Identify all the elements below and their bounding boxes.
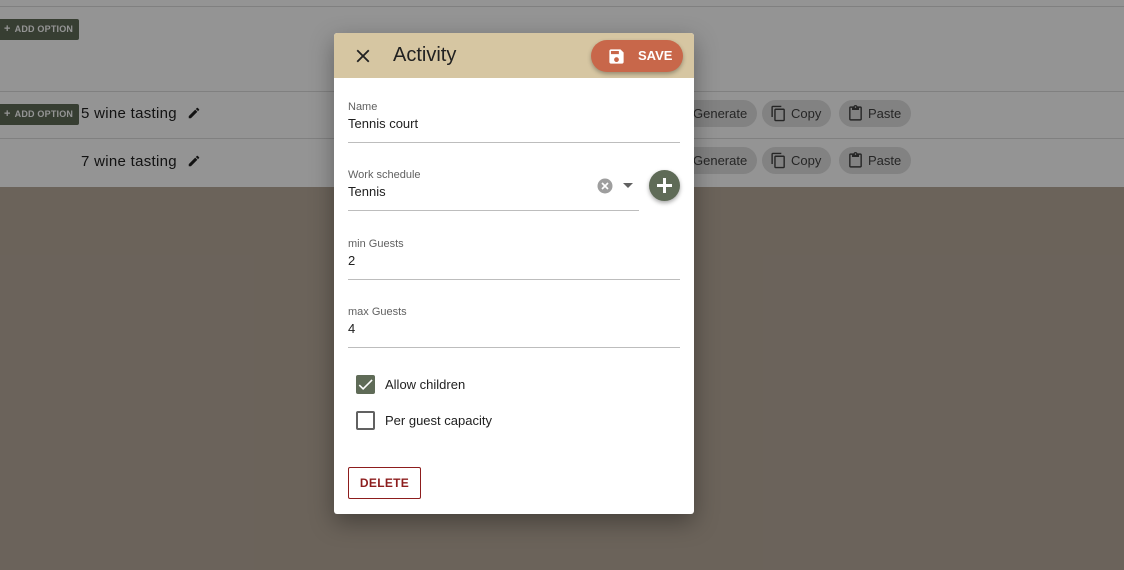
max-guests-field[interactable]: max Guests 4 [348, 306, 680, 348]
dialog-header: Activity SAVE [334, 33, 694, 78]
delete-button[interactable]: DELETE [348, 467, 421, 499]
close-icon[interactable] [352, 45, 374, 67]
dialog-title: Activity [393, 44, 457, 66]
min-guests-field[interactable]: min Guests 2 [348, 238, 680, 280]
checkbox-checked[interactable] [356, 375, 375, 394]
clear-icon[interactable] [596, 177, 614, 195]
max-guests-label: max Guests [348, 306, 407, 318]
max-guests-value[interactable]: 4 [348, 321, 680, 336]
min-guests-label: min Guests [348, 238, 404, 250]
dropdown-arrow-icon[interactable] [623, 183, 633, 188]
check-icon [358, 379, 373, 391]
min-guests-value[interactable]: 2 [348, 253, 680, 268]
allow-children-label: Allow children [385, 377, 466, 392]
name-label: Name [348, 101, 378, 113]
name-field[interactable]: Name Tennis court [348, 101, 680, 143]
work-schedule-select[interactable]: Work schedule Tennis [348, 169, 639, 211]
per-guest-capacity-label: Per guest capacity [385, 413, 492, 428]
checkbox-unchecked[interactable] [356, 411, 375, 430]
activity-dialog: Activity SAVE Name Tennis court Work sch… [334, 33, 694, 514]
add-work-schedule-button[interactable] [649, 170, 680, 201]
save-button[interactable]: SAVE [591, 40, 683, 72]
name-value[interactable]: Tennis court [348, 116, 680, 131]
save-icon [609, 49, 624, 64]
